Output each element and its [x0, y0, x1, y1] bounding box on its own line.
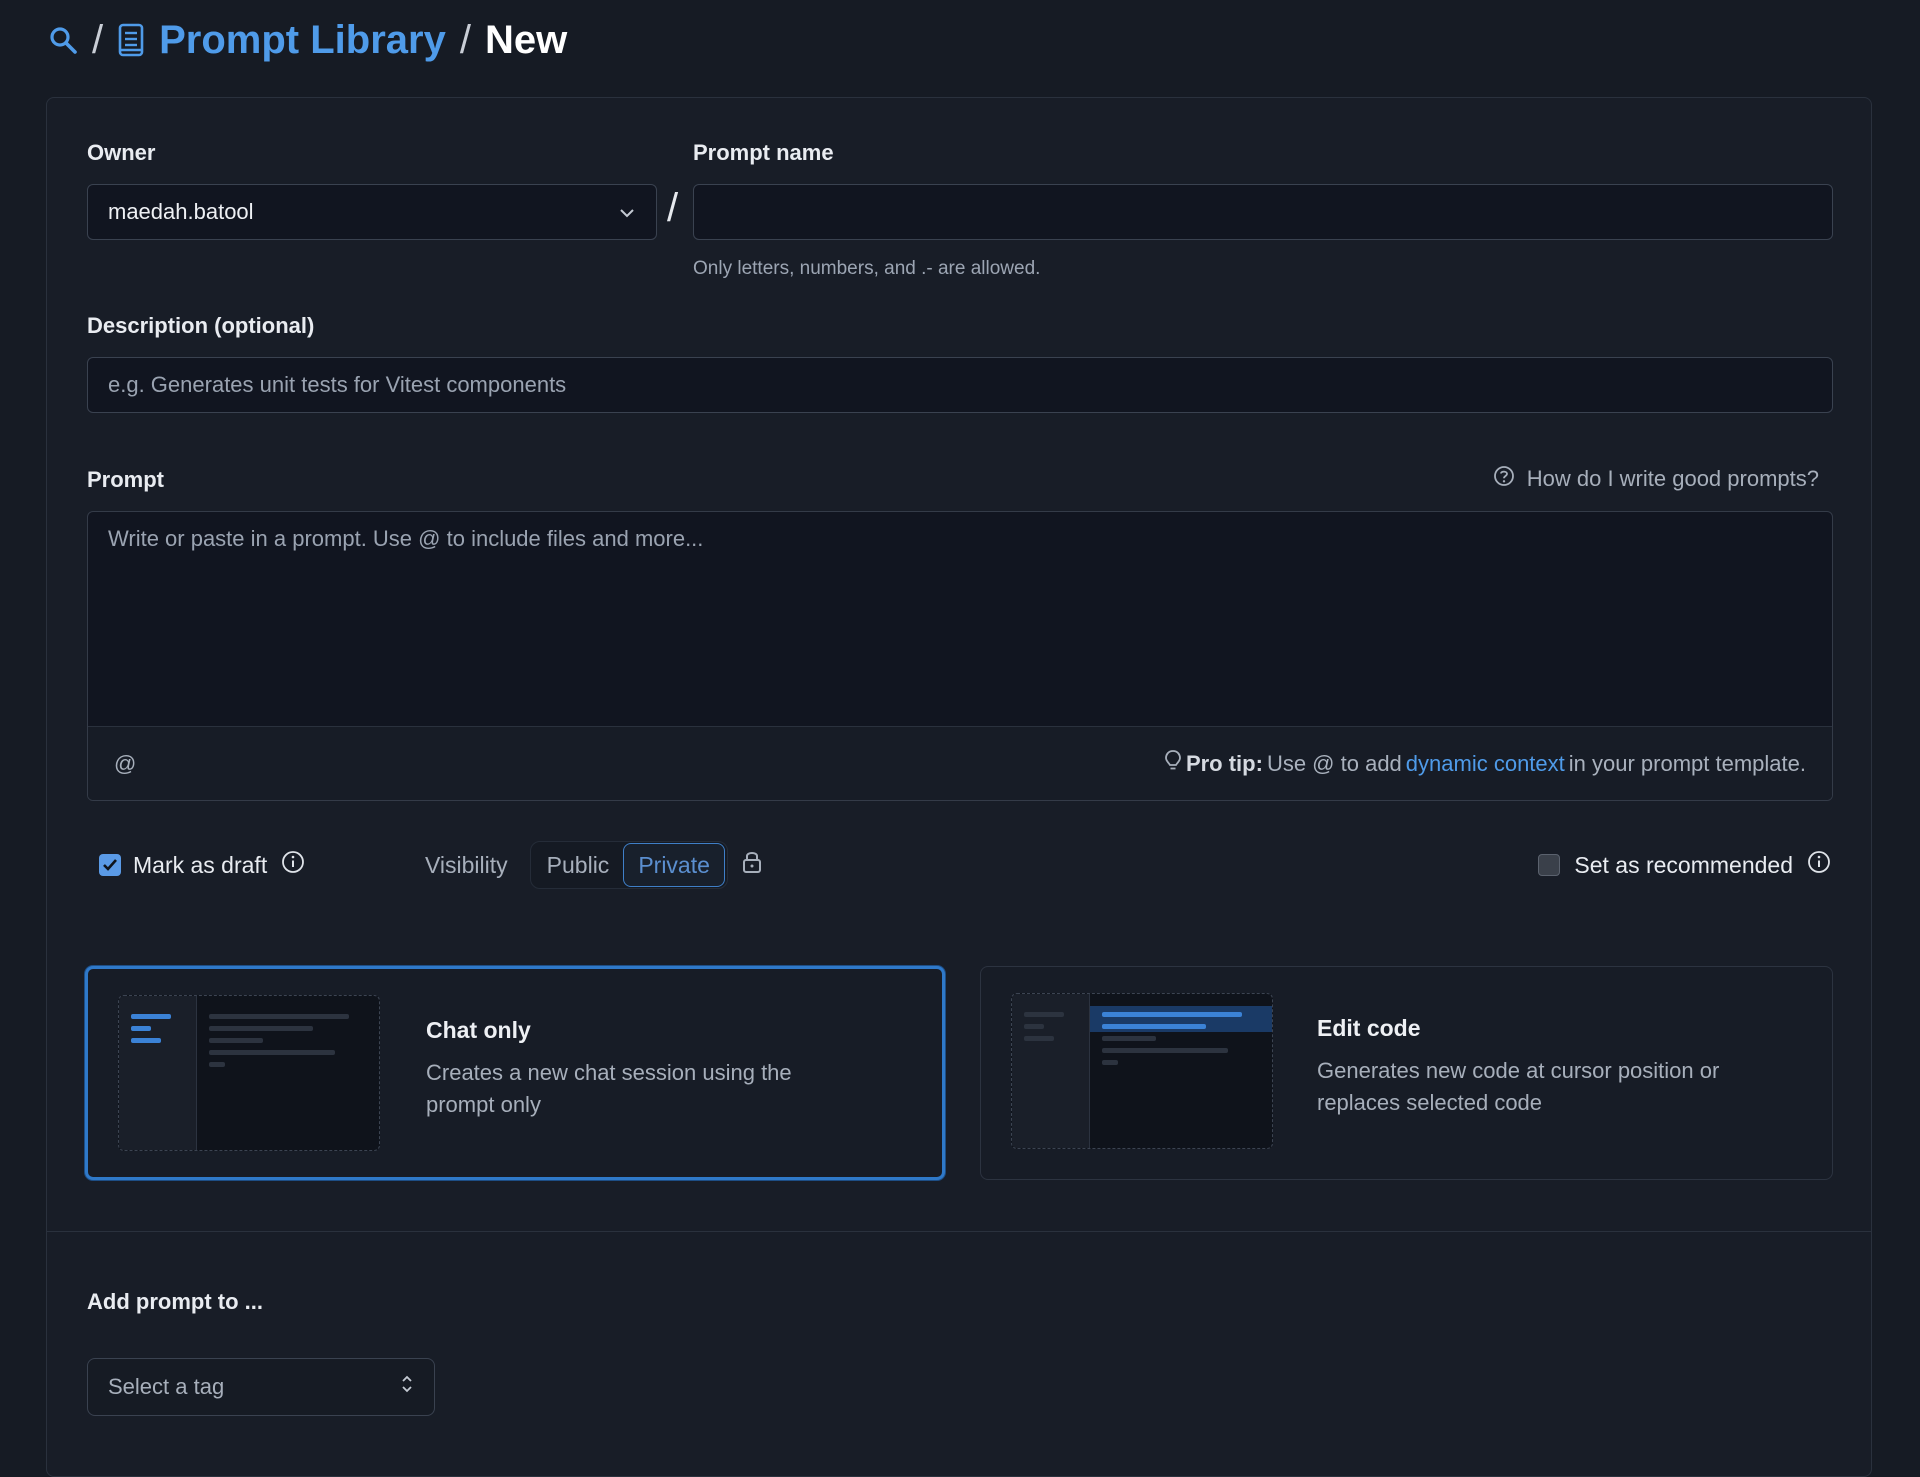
visibility-toggle: Public Private [529, 841, 728, 889]
chat-only-preview [118, 995, 380, 1151]
mark-as-draft-label[interactable]: Mark as draft [133, 852, 267, 879]
info-icon[interactable] [281, 850, 305, 880]
mode-card-chat-only[interactable]: Chat only Creates a new chat session usi… [85, 966, 945, 1180]
owner-select[interactable]: maedah.batool [87, 184, 657, 240]
breadcrumb: / Prompt Library / New [48, 14, 567, 66]
description-label: Description (optional) [87, 313, 315, 338]
prompt-placeholder: Write or paste in a prompt. Use @ to inc… [108, 526, 704, 551]
chat-only-description: Creates a new chat session using the pro… [426, 1060, 792, 1117]
tag-select-placeholder: Select a tag [108, 1374, 225, 1399]
breadcrumb-current: New [484, 17, 568, 62]
mode-card-edit-code[interactable]: Edit code Generates new code at cursor p… [980, 966, 1833, 1180]
pro-tip-text-2: in your prompt template. [1568, 750, 1806, 776]
prompt-help-link[interactable]: How do I write good prompts? [1493, 465, 1819, 493]
mark-as-draft-checkbox[interactable] [99, 854, 121, 876]
dynamic-context-link[interactable]: dynamic context [1406, 751, 1565, 777]
tag-select[interactable]: Select a tag [87, 1358, 435, 1416]
draft-option: Mark as draft [99, 841, 305, 889]
breadcrumb-prompt-library-link[interactable]: Prompt Library [159, 18, 446, 63]
lightbulb-icon [1164, 749, 1182, 779]
chevron-up-down-icon [400, 1373, 414, 1401]
pro-tip-label: Pro tip: [1185, 750, 1263, 776]
prompt-name-hint: Only letters, numbers, and .- are allowe… [693, 258, 1041, 279]
prompt-label: Prompt [87, 467, 164, 492]
breadcrumb-separator: / [459, 17, 471, 62]
recommended-option: Set as recommended [1538, 841, 1831, 889]
pro-tip: Pro tip: Use @ to add dynamic context in… [1164, 749, 1806, 779]
at-mention-button[interactable]: @ [114, 751, 136, 777]
visibility-private-option[interactable]: Private [623, 843, 725, 887]
edit-code-title: Edit code [1317, 1015, 1421, 1041]
prompt-name-input[interactable] [693, 184, 1833, 240]
section-divider [47, 1231, 1871, 1232]
chat-only-title: Chat only [426, 1017, 531, 1043]
pro-tip-text-1: Use @ to add [1266, 750, 1402, 776]
info-icon[interactable] [1807, 850, 1831, 880]
edit-code-description: Generates new code at cursor position or… [1317, 1058, 1720, 1115]
visibility-public-option[interactable]: Public [533, 843, 624, 887]
chevron-down-icon [618, 199, 636, 225]
edit-code-preview [1011, 993, 1273, 1149]
search-icon[interactable] [48, 25, 78, 55]
add-prompt-to-label: Add prompt to ... [87, 1289, 263, 1314]
prompt-editor[interactable]: Write or paste in a prompt. Use @ to inc… [87, 511, 1833, 801]
breadcrumb-separator: / [92, 17, 104, 62]
lock-icon [742, 849, 762, 881]
owner-value: maedah.batool [108, 199, 254, 224]
owner-label: Owner [87, 140, 156, 165]
question-circle-icon [1493, 465, 1515, 493]
new-prompt-form: Owner maedah.batool / Prompt name Only l… [46, 97, 1872, 1477]
prompt-name-label: Prompt name [693, 140, 834, 165]
set-as-recommended-label[interactable]: Set as recommended [1574, 852, 1793, 879]
set-as-recommended-checkbox[interactable] [1538, 854, 1561, 876]
prompt-help-text: How do I write good prompts? [1526, 466, 1819, 491]
prompt-footer: @ Pro tip: Use @ to add dynamic context … [88, 726, 1832, 800]
book-icon [117, 23, 145, 57]
description-placeholder: e.g. Generates unit tests for Vitest com… [108, 372, 567, 397]
visibility-label: Visibility [425, 851, 508, 878]
visibility-control: Visibility Public Private [425, 841, 762, 889]
owner-name-separator: / [667, 186, 679, 230]
description-input[interactable]: e.g. Generates unit tests for Vitest com… [87, 357, 1833, 413]
